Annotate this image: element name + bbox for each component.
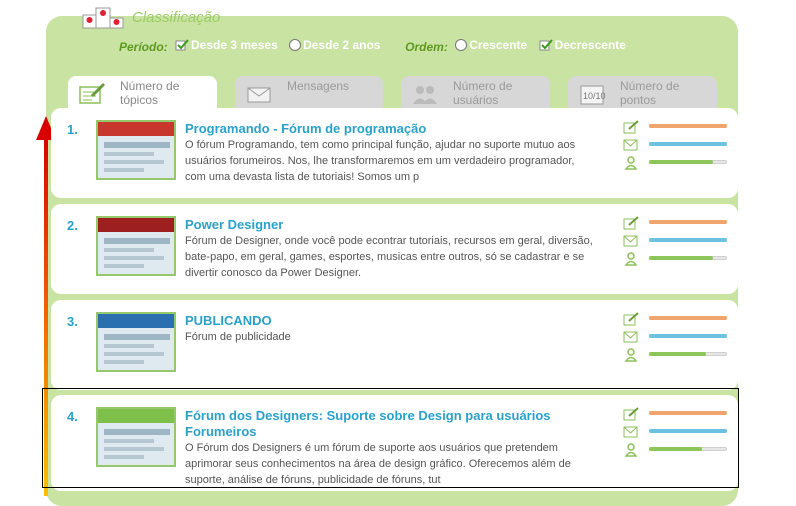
forum-row-3: 3. PUBLICANDO Fórum de publicidade [51, 300, 738, 390]
messages-stat [623, 234, 733, 248]
forum-description: Fórum de publicidade [185, 331, 291, 343]
tab-messages[interactable]: Mensagens [235, 76, 383, 110]
envelope-icon [623, 331, 638, 343]
tab-users-label: Número de usuários [453, 79, 513, 107]
tab-messages-label: Mensagens [287, 79, 350, 93]
forum-name-link[interactable]: Programando - Fórum de programação [185, 121, 595, 137]
topics-icon [623, 312, 639, 326]
order-descending-label: Decrescente [554, 38, 626, 52]
selection-highlight [42, 388, 739, 488]
rank-number: 2. [67, 218, 78, 233]
envelope-icon [623, 235, 638, 247]
topics-stat [623, 120, 733, 134]
rank-number: 3. [67, 314, 78, 329]
svg-text:10/10: 10/10 [583, 91, 606, 101]
forum-thumbnail[interactable] [96, 120, 176, 180]
topics-icon [623, 216, 639, 230]
rank-number: 1. [67, 122, 78, 137]
messages-stat [623, 138, 733, 152]
tab-users[interactable]: Número de usuários [401, 76, 550, 110]
forum-name-link[interactable]: Power Designer [185, 217, 595, 233]
order-ascending-option[interactable]: Crescente [455, 38, 527, 52]
radio-button[interactable] [289, 39, 302, 51]
forum-description: O fórum Programando, tem como principal … [185, 139, 576, 183]
forum-row-1: 1. Programando - Fórum de programação O … [51, 108, 738, 198]
forum-thumbnail[interactable] [96, 216, 176, 276]
forum-stats [623, 216, 733, 276]
period-label: Período: [119, 40, 168, 54]
radio-button[interactable] [455, 39, 468, 51]
users-icon [413, 86, 437, 104]
forum-thumbnail[interactable] [96, 312, 176, 372]
user-icon [624, 252, 638, 266]
forum-name-link[interactable]: PUBLICANDO [185, 313, 595, 329]
tab-points-label: Número de pontos [620, 79, 680, 107]
users-stat [623, 156, 733, 170]
envelope-icon [247, 87, 271, 103]
period-2-years-option[interactable]: Desde 2 anos [289, 38, 380, 52]
users-stat [623, 252, 733, 266]
user-icon [624, 348, 638, 362]
topics-icon [623, 120, 639, 134]
page-title: Classificação [132, 9, 221, 26]
forum-stats [623, 312, 733, 372]
order-ascending-label: Crescente [469, 38, 528, 52]
period-2-years-label: Desde 2 anos [303, 38, 381, 52]
order-descending-option[interactable]: Decrescente [539, 38, 626, 52]
forum-stats [623, 120, 733, 180]
topics-stat [623, 216, 733, 230]
filter-bar: Período: Desde 3 meses Desde 2 anos Orde… [119, 38, 634, 54]
topics-stat [623, 312, 733, 326]
user-icon [624, 156, 638, 170]
forum-description: Fórum de Designer, onde você pode econtr… [185, 235, 593, 279]
messages-stat [623, 330, 733, 344]
envelope-icon [623, 139, 638, 151]
users-stat [623, 348, 733, 362]
forum-row-2: 2. Power Designer Fórum de Designer, ond… [51, 204, 738, 294]
period-3-months-option[interactable]: Desde 3 meses [175, 38, 278, 52]
points-icon: 10/10 [580, 85, 606, 105]
tab-topics-label: Número de tópicos [120, 79, 180, 107]
order-label: Ordem: [405, 40, 448, 54]
podium-icon [82, 7, 124, 29]
checkmark-icon [539, 39, 553, 51]
period-3-months-label: Desde 3 meses [191, 38, 278, 52]
tab-points[interactable]: 10/10 Número de pontos [568, 76, 717, 110]
topics-icon [79, 82, 106, 104]
checkmark-icon [175, 39, 189, 51]
